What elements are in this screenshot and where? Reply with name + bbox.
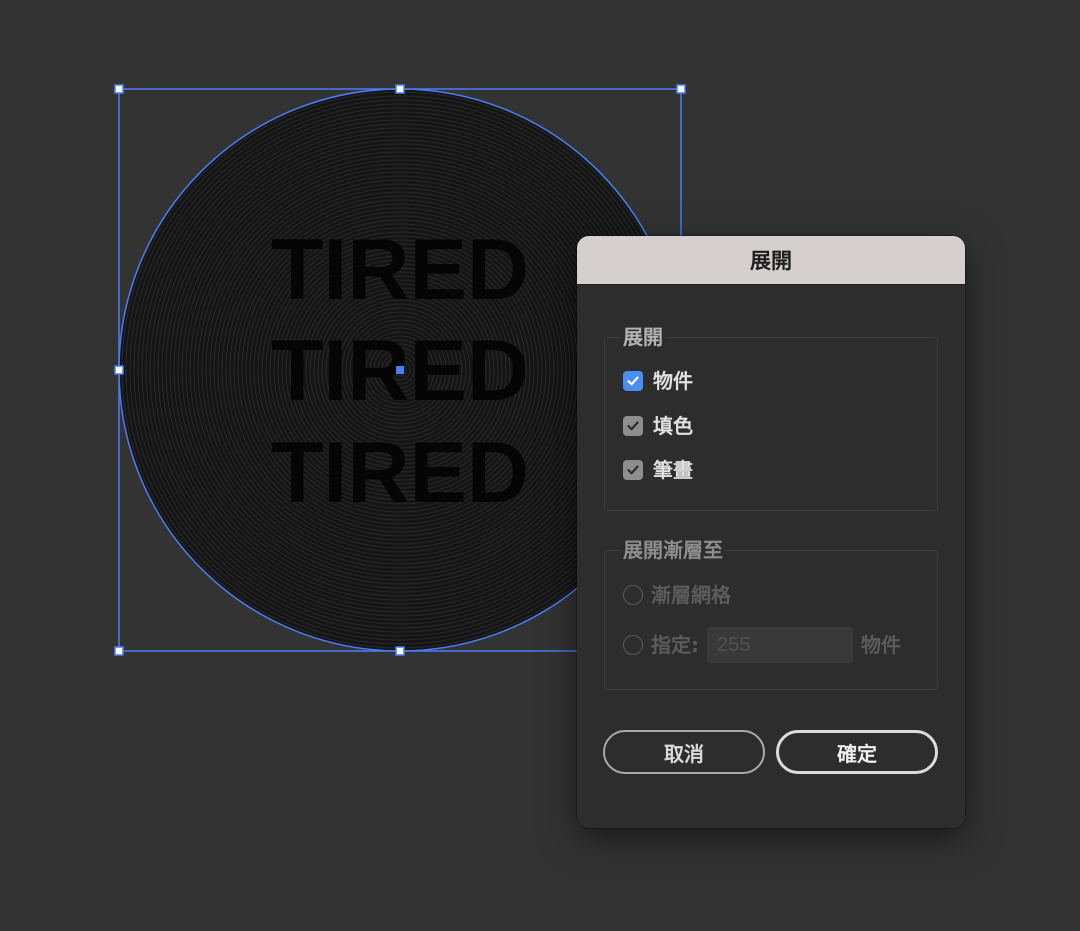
center-point-handle[interactable] — [396, 366, 404, 374]
expand-group-title: 展開 — [621, 324, 665, 350]
ok-button[interactable]: 確定 — [776, 730, 938, 774]
specify-label: 指定: — [651, 633, 699, 657]
art-text-line-1: TIRED — [271, 222, 529, 318]
specify-radio-row[interactable]: 指定: 物件 — [623, 627, 901, 663]
dialog-title: 展開 — [750, 249, 792, 273]
dialog-titlebar[interactable]: 展開 — [577, 236, 965, 285]
handle-middle-left[interactable] — [114, 365, 124, 375]
object-checkbox-row[interactable]: 物件 — [623, 369, 693, 393]
stroke-checkbox-label: 筆畫 — [653, 458, 693, 482]
handle-top-center[interactable] — [395, 84, 405, 94]
art-text-line-3: TIRED — [271, 425, 529, 521]
fill-checkbox-row[interactable]: 填色 — [623, 414, 693, 438]
object-checkbox[interactable] — [623, 371, 643, 391]
gradient-mesh-radio-row[interactable]: 漸層網格 — [623, 583, 731, 607]
handle-top-right[interactable] — [676, 84, 686, 94]
checkmark-icon — [627, 376, 639, 386]
handle-top-left[interactable] — [114, 84, 124, 94]
specify-unit-label: 物件 — [861, 633, 901, 657]
expand-gradient-group-title: 展開漸層至 — [621, 537, 725, 563]
handle-bottom-left[interactable] — [114, 646, 124, 656]
specify-radio[interactable] — [623, 635, 643, 655]
fill-checkbox-label: 填色 — [653, 414, 693, 438]
handle-bottom-center[interactable] — [395, 646, 405, 656]
fill-checkbox[interactable] — [623, 416, 643, 436]
gradient-mesh-radio[interactable] — [623, 585, 643, 605]
stroke-checkbox-row[interactable]: 筆畫 — [623, 458, 693, 482]
checkmark-icon — [627, 421, 639, 431]
gradient-mesh-label: 漸層網格 — [651, 583, 731, 607]
expand-dialog: 展開 展開 物件 填色 筆畫 展開漸層至 漸層網格 指定: 255 物件 取消 … — [577, 236, 965, 828]
checkmark-icon — [627, 465, 639, 475]
cancel-button[interactable]: 取消 — [603, 730, 765, 774]
stroke-checkbox[interactable] — [623, 460, 643, 480]
expand-gradient-group: 展開漸層至 漸層網格 指定: 物件 — [604, 537, 938, 690]
expand-group: 展開 物件 填色 筆畫 — [604, 324, 938, 511]
object-checkbox-label: 物件 — [653, 369, 693, 393]
specify-objects-input[interactable] — [707, 627, 853, 663]
